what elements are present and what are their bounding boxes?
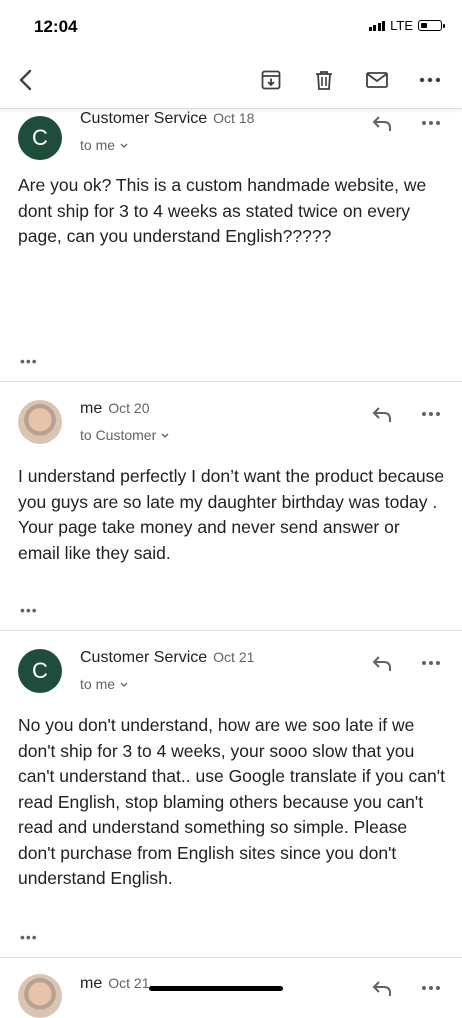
home-indicator: [149, 986, 283, 991]
message-more-icon[interactable]: [418, 976, 444, 1000]
message-body: I understand perfectly I don’t want the …: [18, 466, 445, 563]
sender-name: Customer Service: [80, 110, 208, 127]
status-indicators: LTE: [368, 18, 445, 33]
recipient-line[interactable]: to me: [80, 137, 129, 153]
trash-icon[interactable]: [310, 66, 338, 94]
message-date: Oct 21: [108, 975, 150, 991]
message-date: Oct 20: [108, 400, 150, 416]
message-body: Are you ok? This is a custom handmade we…: [18, 175, 427, 246]
signal-icon: [368, 20, 386, 31]
message-body: No you don't understand, how are we soo …: [18, 715, 445, 888]
message-item: C Customer Service Oct 21 to me No you do…: [0, 631, 462, 958]
avatar[interactable]: C: [18, 116, 62, 160]
message-item: me Oct 21: [0, 958, 462, 1018]
message-header[interactable]: Customer Service Oct 18: [80, 110, 254, 128]
avatar[interactable]: C: [18, 649, 62, 693]
message-header[interactable]: Customer Service Oct 21: [80, 649, 254, 667]
message-more-icon[interactable]: [418, 111, 444, 135]
message-header[interactable]: me Oct 21: [80, 975, 149, 993]
chevron-down-icon: [120, 682, 128, 687]
message-more-icon[interactable]: [418, 651, 444, 675]
chevron-down-icon: [161, 433, 169, 438]
show-trimmed-button[interactable]: •••: [20, 602, 38, 618]
avatar[interactable]: [18, 974, 62, 1018]
sender-name: me: [80, 400, 103, 417]
reply-icon[interactable]: [369, 651, 395, 675]
chevron-down-icon: [120, 143, 128, 148]
reply-icon[interactable]: [369, 402, 395, 426]
reply-icon[interactable]: [369, 976, 395, 1000]
message-date: Oct 18: [213, 110, 255, 126]
back-arrow-icon[interactable]: [12, 66, 40, 94]
show-trimmed-button[interactable]: •••: [20, 929, 38, 945]
message-item: C Customer Service Oct 18 to me Are you o…: [0, 109, 462, 382]
recipient-label: to me: [80, 676, 116, 692]
status-time: 12:04: [34, 17, 78, 36]
sender-name: Customer Service: [80, 649, 208, 666]
network-label: LTE: [390, 18, 413, 33]
avatar[interactable]: [18, 400, 62, 444]
sender-name: me: [80, 975, 103, 992]
battery-icon: [418, 20, 445, 31]
recipient-label: to Customer: [80, 427, 157, 443]
message-more-icon[interactable]: [418, 402, 444, 426]
message-date: Oct 21: [213, 649, 255, 665]
message-toolbar: [0, 52, 462, 109]
show-trimmed-button[interactable]: •••: [20, 353, 38, 369]
recipient-label: to me: [80, 137, 116, 153]
recipient-line[interactable]: to Customer: [80, 427, 170, 443]
status-bar: 12:04 LTE: [0, 0, 462, 52]
reply-icon[interactable]: [369, 111, 395, 135]
mail-icon[interactable]: [363, 66, 391, 94]
archive-icon[interactable]: [257, 66, 285, 94]
more-horizontal-icon[interactable]: [416, 66, 444, 94]
recipient-line[interactable]: to me: [80, 676, 129, 692]
message-header[interactable]: me Oct 20: [80, 400, 149, 418]
message-item: me Oct 20 to Customer I understand perfec…: [0, 382, 462, 631]
